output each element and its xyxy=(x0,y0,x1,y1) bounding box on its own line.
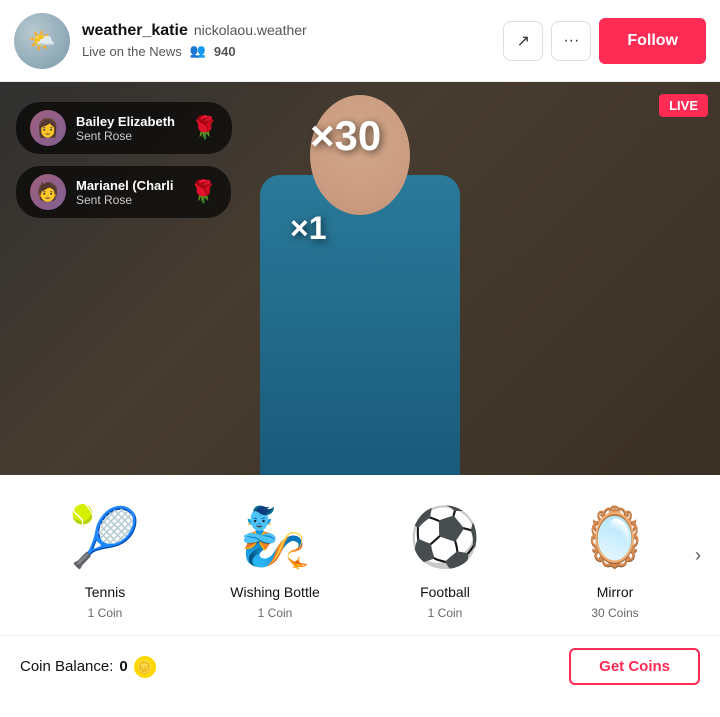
gift-price-football: 1 Coin xyxy=(428,606,463,620)
coin-icon: 🪙 xyxy=(134,656,156,678)
notif-action-1: Sent Rose xyxy=(76,129,175,143)
follow-button[interactable]: Follow xyxy=(599,18,706,64)
gift-item-football[interactable]: ⚽ Football 1 Coin xyxy=(385,498,505,620)
viewers-icon: 👥 xyxy=(190,43,206,59)
tennis-icon: 🎾 xyxy=(65,498,145,578)
gift-price-mirror: 30 Coins xyxy=(591,606,638,620)
coin-balance-label: Coin Balance: xyxy=(20,658,113,675)
notif-avatar-1: 👩 xyxy=(30,110,66,146)
notif-action-2: Sent Rose xyxy=(76,193,174,207)
gifts-list: 🎾 Tennis 1 Coin 🧞 Wishing Bottle 1 Coin … xyxy=(0,498,720,620)
username-row: weather_katie nickolaou.weather xyxy=(82,22,495,40)
gift-price-tennis: 1 Coin xyxy=(88,606,123,620)
notification-1: 👩 Bailey Elizabeth Sent Rose 🌹 xyxy=(16,102,232,154)
get-coins-button[interactable]: Get Coins xyxy=(569,648,700,685)
footer: Coin Balance: 0 🪙 Get Coins xyxy=(0,635,720,697)
video-container: 👩 Bailey Elizabeth Sent Rose 🌹 🧑 Mariane… xyxy=(0,82,720,475)
display-name: nickolaou.weather xyxy=(194,22,307,38)
notif-text-1: Bailey Elizabeth Sent Rose xyxy=(76,114,175,143)
gift-name-wishing-bottle: Wishing Bottle xyxy=(230,584,319,600)
header-info: weather_katie nickolaou.weather Live on … xyxy=(82,22,495,59)
notif-emoji-1: 🌹 xyxy=(191,115,218,141)
live-badge: LIVE xyxy=(659,94,708,117)
mirror-icon: 🪞 xyxy=(575,498,655,578)
notif-avatar-2: 🧑 xyxy=(30,174,66,210)
notification-2: 🧑 Marianel (Charli Sent Rose 🌹 xyxy=(16,166,231,218)
wishing-bottle-icon: 🧞 xyxy=(235,498,315,578)
notif-text-2: Marianel (Charli Sent Rose xyxy=(76,178,174,207)
scroll-right-arrow[interactable]: › xyxy=(684,541,712,569)
gift-item-wishing-bottle[interactable]: 🧞 Wishing Bottle 1 Coin xyxy=(215,498,335,620)
notif-name-1: Bailey Elizabeth xyxy=(76,114,175,129)
header: 🌤️ weather_katie nickolaou.weather Live … xyxy=(0,0,720,82)
gift-price-wishing-bottle: 1 Coin xyxy=(258,606,293,620)
live-on-news-label: Live on the News xyxy=(82,44,182,59)
gift-name-mirror: Mirror xyxy=(597,584,634,600)
coin-amount: 0 xyxy=(119,658,127,675)
football-icon: ⚽ xyxy=(405,498,485,578)
gifts-section: 🎾 Tennis 1 Coin 🧞 Wishing Bottle 1 Coin … xyxy=(0,475,720,635)
avatar: 🌤️ xyxy=(14,13,70,69)
share-button[interactable]: ↗ xyxy=(503,21,543,61)
subtitle-row: Live on the News 👥 940 xyxy=(82,43,495,59)
gift-item-tennis[interactable]: 🎾 Tennis 1 Coin xyxy=(45,498,165,620)
more-options-button[interactable]: ··· xyxy=(551,21,591,61)
streamer-video xyxy=(220,105,500,475)
avatar-image: 🌤️ xyxy=(14,13,70,69)
gift-item-mirror[interactable]: 🪞 Mirror 30 Coins xyxy=(555,498,675,620)
username: weather_katie xyxy=(82,22,188,40)
notif-name-2: Marianel (Charli xyxy=(76,178,174,193)
gift-name-tennis: Tennis xyxy=(85,584,125,600)
header-actions: ↗ ··· Follow xyxy=(503,18,706,64)
notif-emoji-2: 🌹 xyxy=(190,179,217,205)
viewer-count: 940 xyxy=(214,44,236,59)
multiplier-30: ×30 xyxy=(310,112,381,160)
coin-balance-section: Coin Balance: 0 🪙 xyxy=(20,656,156,678)
multiplier-1: ×1 xyxy=(290,210,326,247)
gift-name-football: Football xyxy=(420,584,470,600)
